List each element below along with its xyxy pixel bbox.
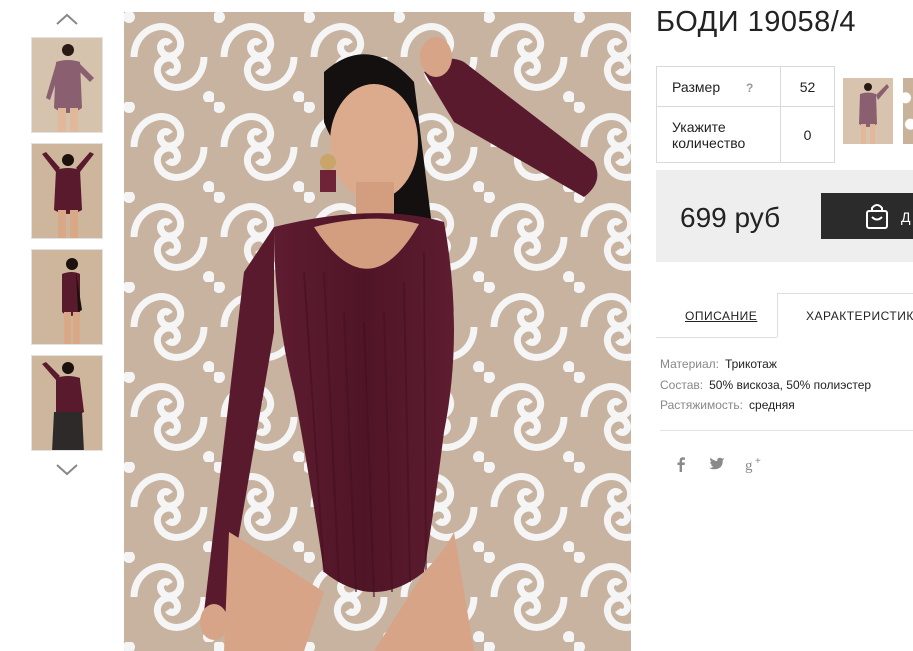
svg-text:g: g [745,458,753,473]
svg-text:+: + [755,456,761,467]
thumbnail-1[interactable] [31,37,103,133]
add-to-cart-button[interactable]: Д [821,193,913,239]
char-row-material: Материал: Трикотаж [660,357,777,371]
google-plus-icon[interactable]: g + [744,455,766,473]
price: 699 руб [680,202,781,233]
facebook-icon[interactable] [672,455,690,473]
twitter-icon[interactable] [708,455,726,473]
size-label: Размер [672,78,721,95]
char-key: Материал: [660,357,719,371]
char-value: 50% вискоза, 50% полиэстер [709,378,872,392]
chevron-down-icon[interactable] [55,462,79,476]
char-key: Состав: [660,378,704,392]
add-to-cart-label: Д [901,209,911,225]
char-row-stretch: Растяжимость: средняя [660,398,795,412]
size-select[interactable]: 52 [780,66,835,107]
size-help-icon[interactable]: ? [746,81,753,95]
tab-bar-line [656,337,777,338]
quantity-label-cell: Укажите количество [656,106,781,163]
char-key: Растяжимость: [660,398,744,412]
char-value: средняя [749,398,795,412]
char-row-composition: Состав: 50% вискоза, 50% полиэстер [660,378,871,392]
product-title: БОДИ 19058/4 [656,6,856,38]
side-thumbnail[interactable] [843,78,893,144]
thumbnail-4[interactable] [31,355,103,451]
tab-description[interactable]: ОПИСАНИЕ [685,309,757,323]
quantity-input[interactable]: 0 [780,106,835,163]
divider [660,430,913,431]
tab-characteristics[interactable]: ХАРАКТЕРИСТИКИ [806,309,913,323]
quantity-label-line2: количество [672,134,746,151]
size-label-cell: Размер ? [656,66,781,107]
side-thumbnail-partial[interactable] [903,78,913,144]
main-product-image[interactable] [124,12,631,651]
thumbnail-3[interactable] [31,249,103,345]
quantity-label-line1: Укажите [672,118,726,135]
char-value: Трикотаж [724,357,777,371]
thumbnail-2[interactable] [31,143,103,239]
shopping-bag-icon [866,204,888,229]
options-table: Размер ? 52 Укажите количество 0 [656,66,835,163]
chevron-up-icon[interactable] [55,12,79,26]
